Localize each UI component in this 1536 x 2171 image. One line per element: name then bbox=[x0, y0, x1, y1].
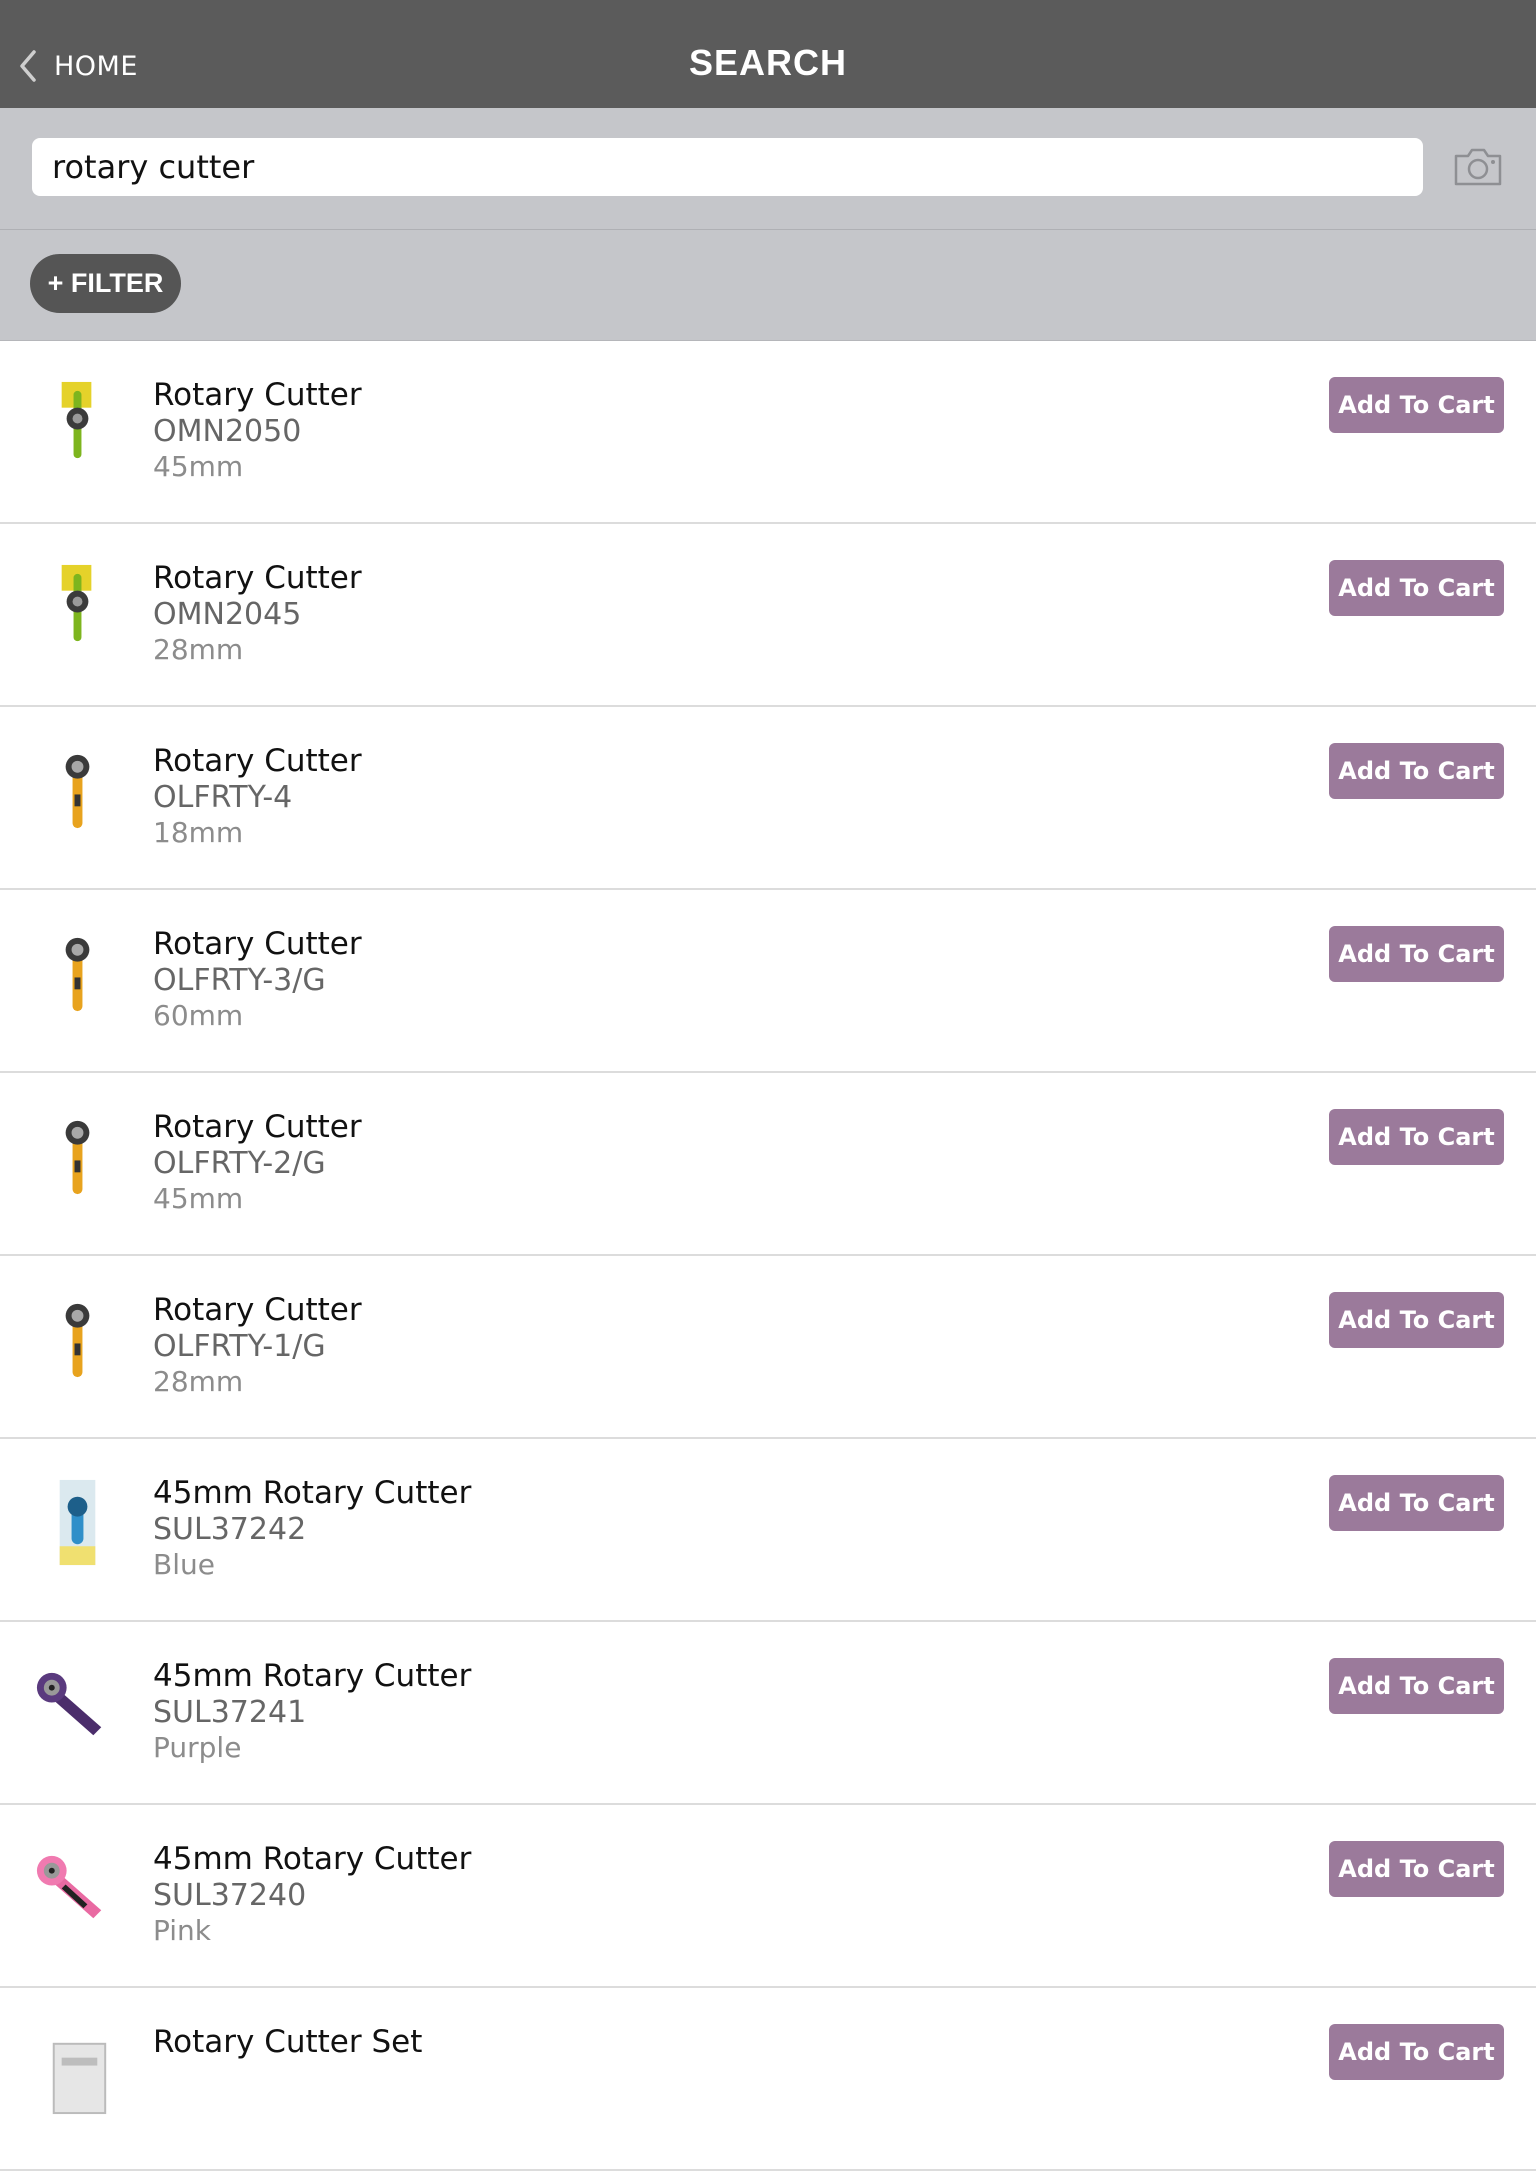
camera-icon[interactable] bbox=[1452, 144, 1504, 188]
product-thumbnail bbox=[30, 2024, 125, 2119]
product-detail: Blue bbox=[153, 1548, 215, 1581]
product-detail: 18mm bbox=[153, 816, 244, 849]
rotary-cutter-set-package-icon bbox=[52, 2042, 107, 2115]
product-thumbnail bbox=[30, 926, 125, 1021]
product-row[interactable]: Rotary Cutter OMN2050 45mm Add To Cart bbox=[0, 341, 1536, 524]
product-row[interactable]: 45mm Rotary Cutter SUL37241 Purple Add To C… bbox=[0, 1622, 1536, 1805]
search-bar bbox=[0, 108, 1536, 230]
product-detail: Purple bbox=[153, 1731, 242, 1764]
product-name: 45mm Rotary Cutter bbox=[153, 1475, 472, 1511]
product-row[interactable]: Rotary Cutter OLFRTY-3/G 60mm Add To Cart bbox=[0, 890, 1536, 1073]
product-detail: Pink bbox=[153, 1914, 212, 1947]
product-detail: 45mm bbox=[153, 1182, 244, 1215]
product-name: 45mm Rotary Cutter bbox=[153, 1658, 472, 1694]
product-detail: 28mm bbox=[153, 1365, 244, 1398]
product-name: Rotary Cutter bbox=[153, 560, 362, 596]
product-code: SUL37242 bbox=[153, 1512, 307, 1547]
add-to-cart-button[interactable]: Add To Cart bbox=[1329, 743, 1504, 799]
product-row[interactable]: Rotary Cutter Set Add To Cart bbox=[0, 1988, 1536, 2171]
product-row[interactable]: Rotary Cutter OMN2045 28mm Add To Cart bbox=[0, 524, 1536, 707]
product-code: OLFRTY-4 bbox=[153, 780, 293, 815]
product-code: OLFRTY-2/G bbox=[153, 1146, 326, 1181]
yellow-rotary-cutter-icon bbox=[65, 937, 90, 1012]
product-thumbnail bbox=[30, 743, 125, 838]
product-list: Rotary Cutter OMN2050 45mm Add To Cart Rotar… bbox=[0, 341, 1536, 2171]
product-code: OMN2050 bbox=[153, 414, 302, 449]
filter-button[interactable]: + FILTER bbox=[30, 254, 181, 313]
add-to-cart-button[interactable]: Add To Cart bbox=[1329, 560, 1504, 616]
product-code: OMN2045 bbox=[153, 597, 302, 632]
add-to-cart-button[interactable]: Add To Cart bbox=[1329, 1292, 1504, 1348]
add-to-cart-button[interactable]: Add To Cart bbox=[1329, 1475, 1504, 1531]
add-to-cart-button[interactable]: Add To Cart bbox=[1329, 2024, 1504, 2080]
product-name: Rotary Cutter bbox=[153, 743, 362, 779]
pink-rotary-cutter-icon bbox=[36, 1855, 102, 1919]
product-thumbnail bbox=[30, 1109, 125, 1204]
filter-bar: + FILTER bbox=[0, 230, 1536, 341]
product-name: Rotary Cutter bbox=[153, 377, 362, 413]
add-to-cart-button[interactable]: Add To Cart bbox=[1329, 1109, 1504, 1165]
product-detail: 60mm bbox=[153, 999, 244, 1032]
purple-rotary-cutter-icon bbox=[36, 1672, 102, 1736]
yellow-rotary-cutter-icon bbox=[65, 1303, 90, 1378]
product-row[interactable]: 45mm Rotary Cutter SUL37242 Blue Add To Car… bbox=[0, 1439, 1536, 1622]
product-row[interactable]: Rotary Cutter OLFRTY-1/G 28mm Add To Cart bbox=[0, 1256, 1536, 1439]
product-detail: 45mm bbox=[153, 450, 244, 483]
search-input[interactable] bbox=[32, 138, 1423, 196]
top-navigation-bar: HOME SEARCH bbox=[0, 0, 1536, 108]
product-row[interactable]: Rotary Cutter OLFRTY-2/G 45mm Add To Cart bbox=[0, 1073, 1536, 1256]
add-to-cart-button[interactable]: Add To Cart bbox=[1329, 926, 1504, 982]
product-thumbnail bbox=[30, 1292, 125, 1387]
add-to-cart-button[interactable]: Add To Cart bbox=[1329, 1841, 1504, 1897]
product-thumbnail bbox=[30, 1658, 125, 1753]
green-yellow-rotary-cutter-package-icon bbox=[61, 564, 92, 642]
product-code: OLFRTY-1/G bbox=[153, 1329, 326, 1364]
product-thumbnail bbox=[30, 560, 125, 655]
add-to-cart-button[interactable]: Add To Cart bbox=[1329, 377, 1504, 433]
product-name: Rotary Cutter bbox=[153, 1292, 362, 1328]
product-thumbnail bbox=[30, 1841, 125, 1936]
page-title: SEARCH bbox=[688, 42, 847, 83]
blue-rotary-cutter-package-icon bbox=[59, 1479, 96, 1566]
product-detail: 28mm bbox=[153, 633, 244, 666]
product-thumbnail bbox=[30, 1475, 125, 1570]
product-code: SUL37241 bbox=[153, 1695, 307, 1730]
product-code: OLFRTY-3/G bbox=[153, 963, 326, 998]
green-yellow-rotary-cutter-package-icon bbox=[61, 381, 92, 459]
product-name: Rotary Cutter Set bbox=[153, 2024, 423, 2060]
product-name: 45mm Rotary Cutter bbox=[153, 1841, 472, 1877]
product-thumbnail bbox=[30, 377, 125, 472]
product-row[interactable]: 45mm Rotary Cutter SUL37240 Pink Add To Car… bbox=[0, 1805, 1536, 1988]
product-row[interactable]: Rotary Cutter OLFRTY-4 18mm Add To Cart bbox=[0, 707, 1536, 890]
yellow-rotary-cutter-icon bbox=[65, 754, 90, 829]
product-code: SUL37240 bbox=[153, 1878, 307, 1913]
product-name: Rotary Cutter bbox=[153, 1109, 362, 1145]
add-to-cart-button[interactable]: Add To Cart bbox=[1329, 1658, 1504, 1714]
product-name: Rotary Cutter bbox=[153, 926, 362, 962]
yellow-rotary-cutter-icon bbox=[65, 1120, 90, 1195]
